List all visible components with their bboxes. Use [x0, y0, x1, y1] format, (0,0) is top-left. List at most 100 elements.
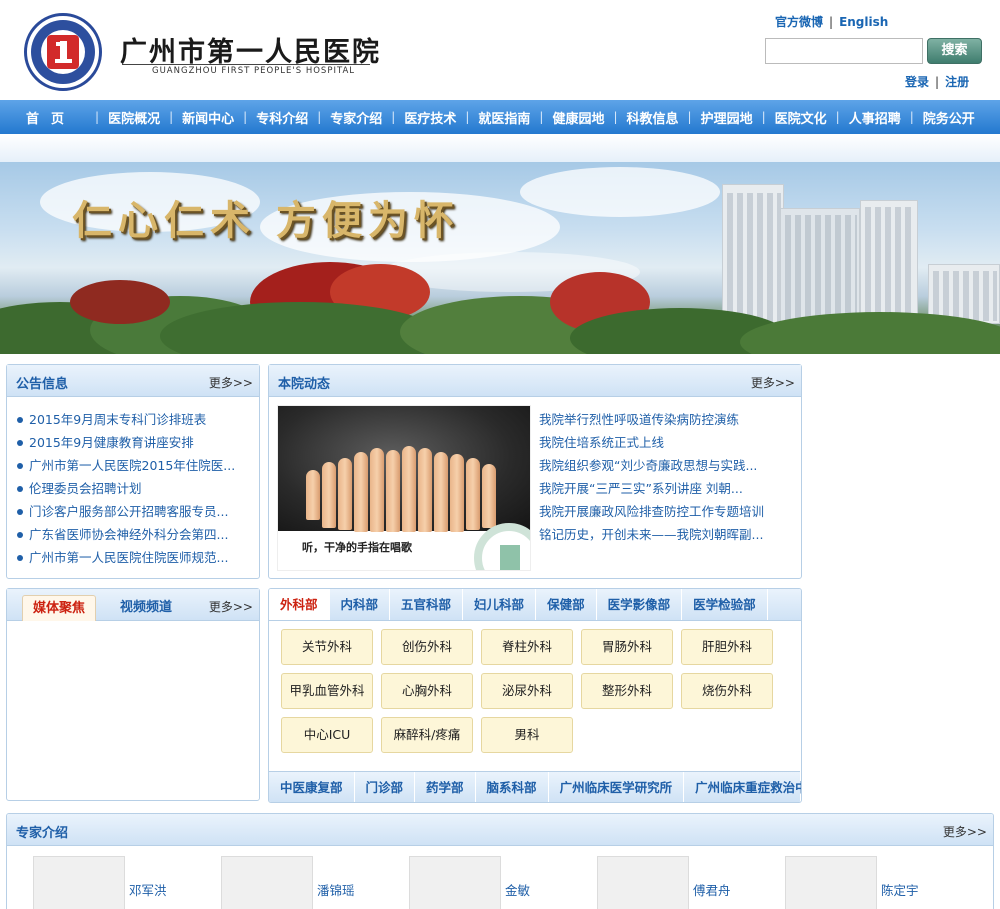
- nav-item-public-affairs[interactable]: 院务公开: [923, 108, 975, 127]
- list-item-text[interactable]: 门诊客户服务部公开招聘客服专员...: [29, 504, 228, 519]
- nav-item-recruitment[interactable]: 人事招聘: [849, 108, 901, 127]
- dept-button[interactable]: 甲乳血管外科: [281, 673, 373, 709]
- dept-button[interactable]: 麻醉科/疼痛: [381, 717, 473, 753]
- nav-item-medical-tech[interactable]: 医疗技术: [404, 108, 456, 127]
- list-item-text[interactable]: 2015年9月周末专科门诊排班表: [29, 412, 206, 427]
- expert-photo[interactable]: [33, 856, 125, 909]
- hospital-logo-icon[interactable]: [24, 13, 102, 91]
- dept-button[interactable]: 泌尿外科: [481, 673, 573, 709]
- announcements-more-link[interactable]: 更多>>: [209, 374, 253, 391]
- dept-button[interactable]: 关节外科: [281, 629, 373, 665]
- dept-button[interactable]: 中心ICU: [281, 717, 373, 753]
- nav-item-home[interactable]: 首页: [26, 108, 76, 127]
- tab-pharmacy[interactable]: 药学部: [415, 772, 476, 802]
- list-item-text[interactable]: 广东省医师协会神经外科分会第四...: [29, 527, 228, 542]
- expert-name[interactable]: 陈定宇: [881, 880, 919, 899]
- divider: |: [829, 15, 834, 29]
- nav-item-health[interactable]: 健康园地: [552, 108, 604, 127]
- tab-clinical-research[interactable]: 广州临床医学研究所: [549, 772, 685, 802]
- main-nav: 首页 | 医院概况 | 新闻中心 | 专科介绍 | 专家介绍 | 医疗技术 | …: [0, 100, 1000, 134]
- panel-header: 媒体聚焦 视频频道 更多>>: [7, 589, 259, 621]
- expert-photo[interactable]: [221, 856, 313, 909]
- tab-tcm-rehab[interactable]: 中医康复部: [269, 772, 355, 802]
- tab-ent[interactable]: 五官科部: [390, 589, 464, 620]
- expert-photo[interactable]: [597, 856, 689, 909]
- list-item[interactable]: 我院举行烈性呼吸道传染病防控演练: [539, 409, 764, 432]
- list-item[interactable]: 铭记历史，开创未来——我院刘朝晖副...: [539, 524, 764, 547]
- nav-item-nursing[interactable]: 护理园地: [701, 108, 753, 127]
- bullet-icon: [17, 508, 23, 515]
- list-item[interactable]: 伦理委员会招聘计划: [17, 478, 235, 501]
- search-input[interactable]: [765, 38, 923, 64]
- expert-name[interactable]: 金敏: [505, 880, 530, 899]
- nav-divider: |: [317, 110, 322, 124]
- list-item[interactable]: 我院住培系统正式上线: [539, 432, 764, 455]
- media-more-link[interactable]: 更多>>: [209, 598, 253, 615]
- weibo-link[interactable]: 官方微博: [775, 15, 823, 29]
- expert-name[interactable]: 傅君舟: [693, 880, 731, 899]
- experts-more-link[interactable]: 更多>>: [943, 823, 987, 840]
- nav-item-overview[interactable]: 医院概况: [108, 108, 160, 127]
- list-item[interactable]: 广州市第一人民医院2015年住院医...: [17, 455, 235, 478]
- dept-button[interactable]: 烧伤外科: [681, 673, 773, 709]
- tab-video-channel[interactable]: 视频频道: [110, 595, 182, 621]
- list-item[interactable]: 我院开展廉政风险排查防控工作专题培训: [539, 501, 764, 524]
- tab-imaging[interactable]: 医学影像部: [597, 589, 683, 620]
- news-feature-image[interactable]: 听，干净的手指在唱歌: [277, 405, 531, 571]
- expert-photo[interactable]: [409, 856, 501, 909]
- tab-neurology[interactable]: 脑系科部: [476, 772, 549, 802]
- expert-name[interactable]: 邓军洪: [129, 880, 167, 899]
- list-item-text[interactable]: 伦理委员会招聘计划: [29, 481, 142, 496]
- divider: |: [935, 75, 940, 89]
- dept-button[interactable]: 男科: [481, 717, 573, 753]
- nav-divider: |: [169, 110, 174, 124]
- trees-foreground: [0, 262, 1000, 354]
- dept-button[interactable]: 创伤外科: [381, 629, 473, 665]
- nav-item-culture[interactable]: 医院文化: [775, 108, 827, 127]
- dept-button[interactable]: 脊柱外科: [481, 629, 573, 665]
- login-link[interactable]: 登录: [905, 75, 929, 89]
- nav-item-education[interactable]: 科教信息: [627, 108, 679, 127]
- tab-media-focus[interactable]: 媒体聚焦: [22, 595, 97, 621]
- hero-banner: 仁心仁术 方便为怀: [0, 162, 1000, 354]
- search-button[interactable]: 搜索: [927, 38, 982, 64]
- nav-item-news[interactable]: 新闻中心: [182, 108, 234, 127]
- nav-item-experts[interactable]: 专家介绍: [330, 108, 382, 127]
- list-item[interactable]: 广州市第一人民医院住院医师规范...: [17, 547, 235, 570]
- tab-laboratory[interactable]: 医学检验部: [682, 589, 768, 620]
- list-item[interactable]: 我院开展“三严三实”系列讲座 刘朝...: [539, 478, 764, 501]
- english-link[interactable]: English: [839, 15, 888, 29]
- dept-button[interactable]: 肝胆外科: [681, 629, 773, 665]
- list-item-text[interactable]: 2015年9月健康教育讲座安排: [29, 435, 194, 450]
- tab-critical-care[interactable]: 广州临床重症救治中心: [684, 772, 801, 802]
- register-link[interactable]: 注册: [945, 75, 969, 89]
- list-item-text[interactable]: 广州市第一人民医院住院医师规范...: [29, 550, 228, 565]
- user-links: 登录 | 注册: [905, 73, 969, 90]
- news-more-link[interactable]: 更多>>: [751, 374, 795, 391]
- list-item[interactable]: 2015年9月周末专科门诊排班表: [17, 409, 235, 432]
- tab-internal-medicine[interactable]: 内科部: [330, 589, 391, 620]
- panel-header: 本院动态 更多>>: [269, 365, 801, 397]
- list-item[interactable]: 2015年9月健康教育讲座安排: [17, 432, 235, 455]
- expert-name[interactable]: 潘锦瑶: [317, 880, 355, 899]
- list-item[interactable]: 我院组织参观“刘少奇廉政思想与实践...: [539, 455, 764, 478]
- list-item[interactable]: 门诊客户服务部公开招聘客服专员...: [17, 501, 235, 524]
- tab-health-care[interactable]: 保健部: [536, 589, 597, 620]
- media-panel: 媒体聚焦 视频频道 更多>>: [6, 588, 260, 801]
- list-item-text[interactable]: 广州市第一人民医院2015年住院医...: [29, 458, 235, 473]
- news-title: 本院动态: [278, 377, 331, 392]
- dept-button[interactable]: 胃肠外科: [581, 629, 673, 665]
- tab-surgery[interactable]: 外科部: [269, 589, 330, 620]
- expert-photo[interactable]: [785, 856, 877, 909]
- nav-item-guide[interactable]: 就医指南: [478, 108, 530, 127]
- tab-obgyn-pediatrics[interactable]: 妇儿科部: [463, 589, 537, 620]
- dept-button[interactable]: 整形外科: [581, 673, 673, 709]
- dept-button[interactable]: 心胸外科: [381, 673, 473, 709]
- announcements-title: 公告信息: [16, 377, 69, 392]
- bullet-icon: [17, 554, 23, 561]
- nav-item-specialties[interactable]: 专科介绍: [256, 108, 308, 127]
- nav-divider: |: [391, 110, 396, 124]
- tab-outpatient[interactable]: 门诊部: [355, 772, 416, 802]
- list-item[interactable]: 广东省医师协会神经外科分会第四...: [17, 524, 235, 547]
- nav-divider: |: [613, 110, 618, 124]
